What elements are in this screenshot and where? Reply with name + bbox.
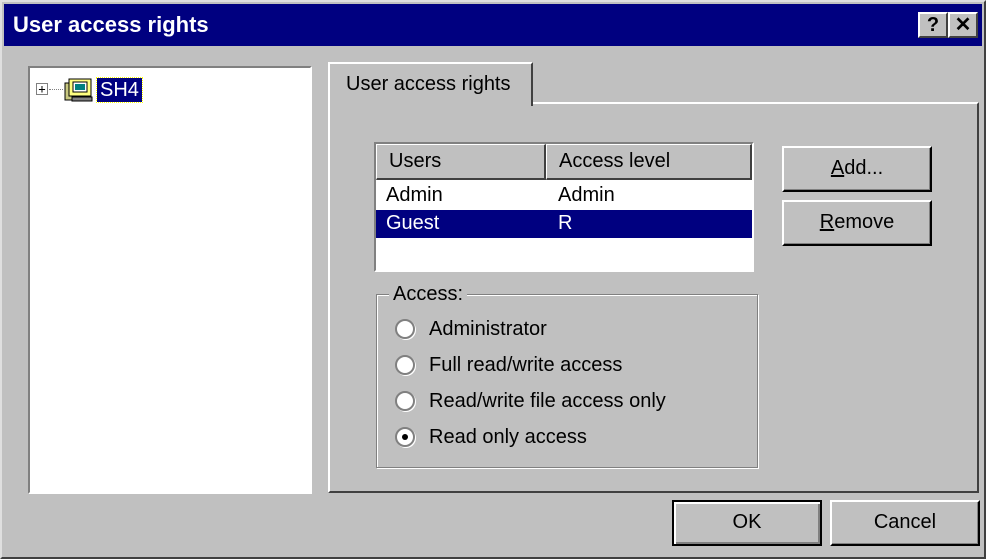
help-button[interactable]: ?: [918, 12, 948, 38]
ok-button[interactable]: OK: [672, 500, 822, 546]
radio-label: Administrator: [429, 318, 547, 340]
access-level: R: [558, 212, 573, 234]
add-button[interactable]: Add...: [782, 146, 932, 192]
title-bar[interactable]: User access rights ? ✕: [4, 4, 982, 46]
radio-button[interactable]: [395, 355, 415, 375]
radio-label: Full read/write access: [429, 354, 623, 376]
list-item[interactable]: Admin Admin: [376, 182, 752, 210]
user-name: Admin: [386, 184, 443, 206]
column-header-access-level[interactable]: Access level: [546, 144, 752, 180]
access-group: Access: Administrator Full read/write ac…: [376, 282, 758, 468]
window-title: User access rights: [13, 12, 209, 37]
radio-button-selected[interactable]: [395, 427, 415, 447]
user-access-rights-dialog: User access rights ? ✕ + SH4 User access…: [0, 0, 986, 559]
expand-icon[interactable]: +: [36, 83, 48, 95]
remove-button[interactable]: Remove: [782, 200, 932, 246]
cancel-button[interactable]: Cancel: [830, 500, 980, 546]
users-list[interactable]: Users Access level Admin Admin Guest R: [374, 142, 754, 272]
add-label: dd...: [844, 157, 884, 179]
tab-user-access-rights[interactable]: User access rights: [328, 62, 533, 106]
computer-folder-icon: [64, 78, 93, 102]
list-item-selected[interactable]: Guest R: [376, 210, 752, 238]
close-button[interactable]: ✕: [948, 12, 978, 38]
remove-mnemonic: R: [819, 211, 835, 233]
device-tree[interactable]: + SH4: [28, 66, 312, 494]
tree-node-label[interactable]: SH4: [96, 77, 143, 103]
access-group-label: Access:: [389, 282, 468, 306]
radio-label: Read/write file access only: [429, 390, 666, 412]
user-name: Guest: [386, 212, 440, 234]
tab-label: User access rights: [346, 73, 511, 95]
add-mnemonic: A: [830, 157, 845, 179]
radio-button[interactable]: [395, 391, 415, 411]
radio-button[interactable]: [395, 319, 415, 339]
remove-label: emove: [834, 211, 895, 233]
column-header-users[interactable]: Users: [376, 144, 546, 180]
radio-label: Read only access: [429, 426, 587, 448]
tree-connector: [49, 89, 63, 90]
access-level: Admin: [558, 184, 615, 206]
